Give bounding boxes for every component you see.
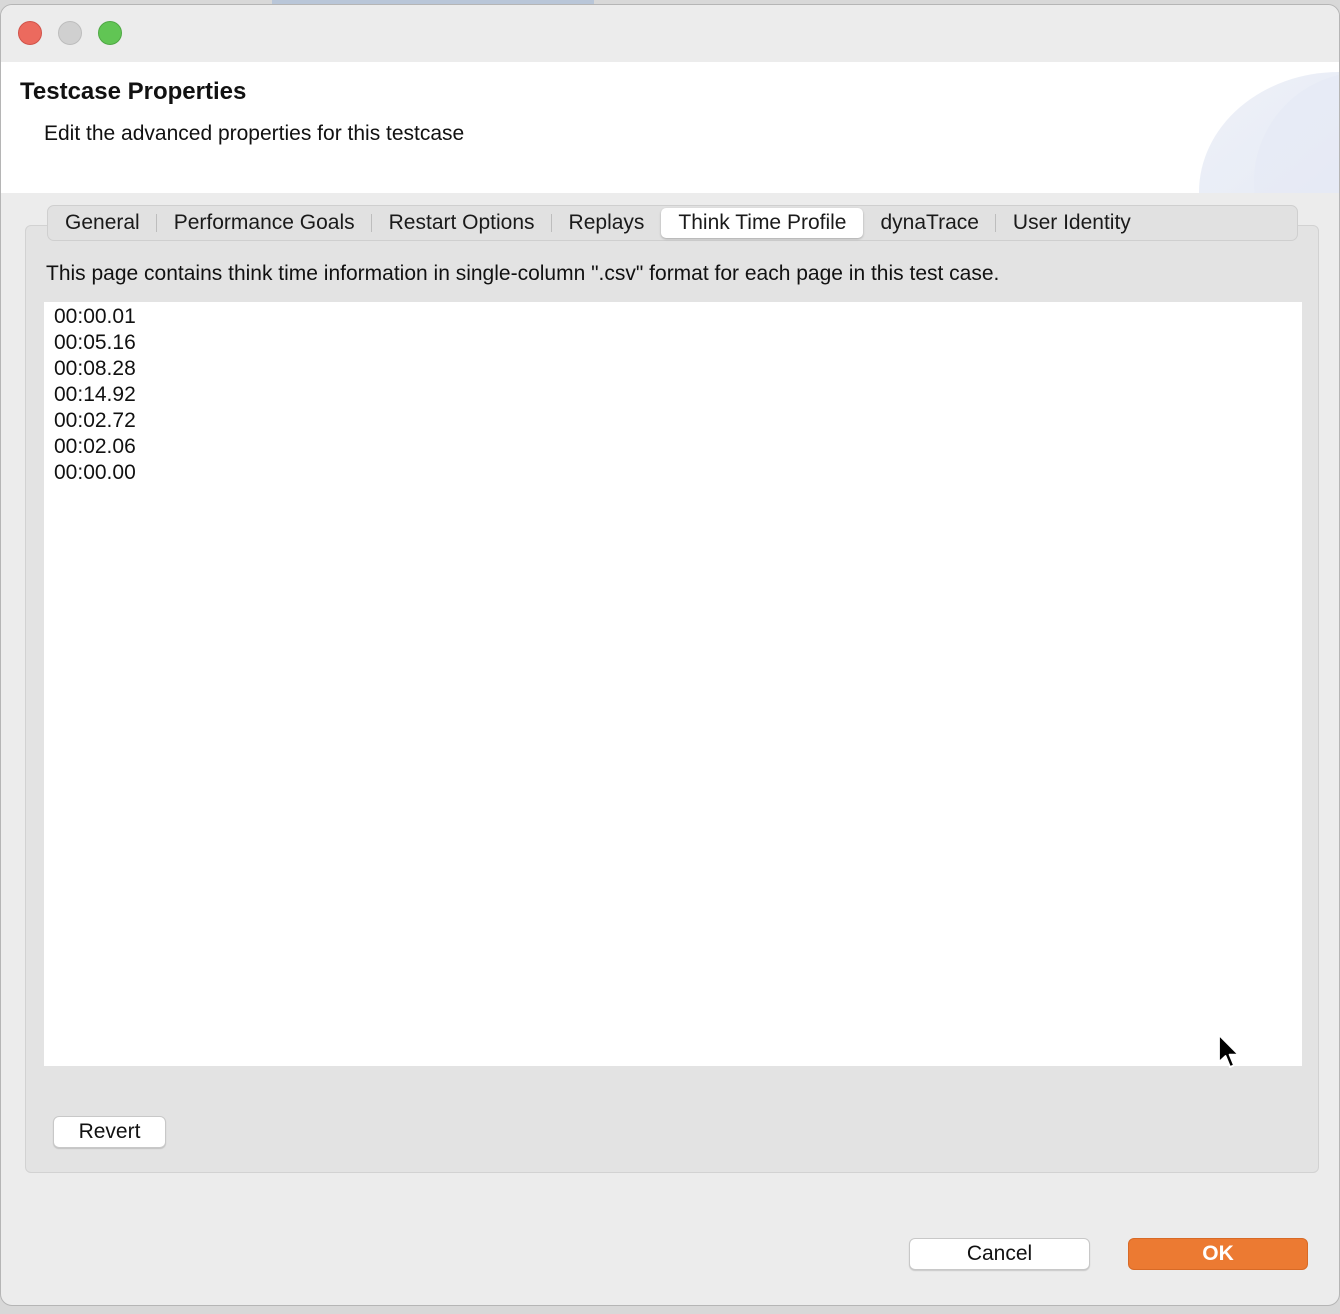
think-time-line: 00:00.01 [54, 305, 136, 328]
tab-general[interactable]: General [48, 208, 157, 238]
close-window-button[interactable] [18, 21, 42, 45]
tab-replays[interactable]: Replays [552, 208, 662, 238]
think-time-line: 00:02.06 [54, 435, 136, 458]
title-bar [1, 5, 1339, 62]
revert-button[interactable]: Revert [53, 1116, 166, 1148]
header-banner-graphic [1199, 72, 1339, 193]
think-time-info-text: This page contains think time informatio… [46, 262, 1000, 285]
dialog-description: Edit the advanced properties for this te… [44, 122, 465, 145]
tab-think-time-profile[interactable]: Think Time Profile [661, 208, 864, 238]
mouse-pointer-icon [1218, 1034, 1240, 1068]
think-time-line: 00:02.72 [54, 409, 136, 432]
tab-restart-options[interactable]: Restart Options [372, 208, 552, 238]
dialog-header: Testcase Properties Edit the advanced pr… [1, 62, 1339, 193]
tab-performance-goals[interactable]: Performance Goals [157, 208, 372, 238]
minimize-window-button[interactable] [58, 21, 82, 45]
tab-bar: General Performance Goals Restart Option… [47, 205, 1298, 241]
ok-button[interactable]: OK [1128, 1238, 1308, 1270]
think-time-line: 00:00.00 [54, 461, 136, 484]
dialog-title: Testcase Properties [20, 78, 247, 105]
think-time-line: 00:05.16 [54, 331, 136, 354]
think-time-line: 00:08.28 [54, 357, 136, 380]
cancel-button[interactable]: Cancel [909, 1238, 1090, 1270]
maximize-window-button[interactable] [98, 21, 122, 45]
tab-user-identity[interactable]: User Identity [996, 208, 1148, 238]
think-time-text-area[interactable]: 00:00.01 00:05.16 00:08.28 00:14.92 00:0… [44, 302, 1302, 1066]
think-time-line: 00:14.92 [54, 383, 136, 406]
tab-dynatrace[interactable]: dynaTrace [863, 208, 997, 238]
